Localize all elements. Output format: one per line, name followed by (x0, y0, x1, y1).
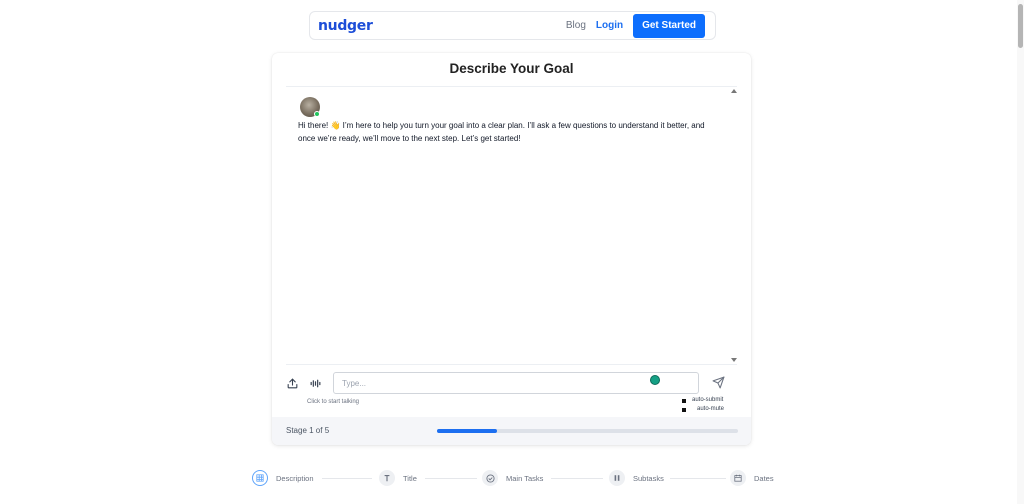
get-started-button[interactable]: Get Started (633, 13, 705, 38)
upload-icon (287, 378, 297, 388)
logo[interactable]: nudger (318, 18, 373, 34)
step-navigator: Description Title Main Tasks Subtasks Da… (250, 470, 780, 488)
check-circle-icon (485, 473, 495, 483)
step-subtasks[interactable]: Subtasks (609, 470, 664, 486)
voice-options: auto-submit auto-mute (682, 396, 724, 414)
auto-mute-option[interactable]: auto-mute (682, 405, 724, 414)
step-connector (322, 478, 372, 479)
calendar-icon (734, 474, 742, 482)
upload-button[interactable] (284, 375, 300, 391)
nav-links: Blog Login Get Started (566, 13, 705, 38)
voice-button[interactable] (307, 375, 323, 391)
step-connector (670, 478, 726, 479)
step-label: Title (403, 473, 417, 483)
scroll-down-arrow-icon[interactable] (731, 358, 737, 362)
step-connector (425, 478, 477, 479)
send-icon (712, 376, 724, 388)
assistant-message: Hi there! 👋 I’m here to help you turn yo… (298, 121, 705, 143)
option-label: auto-submit (692, 397, 724, 403)
columns-icon (614, 475, 620, 481)
step-icon-wrap (609, 470, 625, 486)
scroll-up-arrow-icon[interactable] (731, 89, 737, 93)
step-label: Main Tasks (506, 473, 544, 483)
grid-icon (256, 474, 264, 482)
step-icon-wrap (379, 470, 395, 486)
page: nudger Blog Login Get Started Describe Y… (0, 0, 1024, 504)
step-icon-wrap (730, 470, 746, 486)
checkbox-icon[interactable] (682, 398, 686, 403)
step-description[interactable]: Description (252, 470, 314, 486)
waveform-icon (310, 379, 320, 387)
chat-area: Hi there! 👋 I’m here to help you turn yo… (286, 87, 737, 364)
login-link[interactable]: Login (596, 20, 623, 31)
option-label: auto-mute (697, 406, 725, 412)
assistant-avatar (300, 97, 320, 117)
goal-card: Describe Your Goal Hi there! 👋 I’m here … (272, 53, 751, 445)
step-label: Description (276, 473, 314, 483)
page-scrollbar[interactable] (1017, 0, 1024, 504)
step-connector (551, 478, 603, 479)
divider (286, 364, 737, 365)
voice-hint: Click to start talking (307, 399, 360, 405)
grammarly-icon[interactable] (650, 375, 660, 385)
step-title[interactable]: Title (379, 470, 417, 486)
top-nav: nudger Blog Login Get Started (309, 11, 716, 40)
page-title: Describe Your Goal (449, 61, 574, 76)
step-label: Dates (754, 473, 774, 483)
step-icon-wrap (252, 470, 268, 486)
online-indicator (314, 111, 320, 117)
stage-indicator: Stage 1 of 5 (286, 426, 330, 435)
checkbox-icon[interactable] (682, 407, 686, 412)
send-button[interactable] (710, 374, 726, 390)
progress-fill (437, 429, 498, 433)
step-main-tasks[interactable]: Main Tasks (482, 470, 543, 486)
chat-scrollbar[interactable] (729, 87, 739, 364)
blog-link[interactable]: Blog (566, 20, 586, 31)
step-dates[interactable]: Dates (730, 470, 774, 486)
progress-bar (437, 429, 738, 433)
text-t-icon (384, 475, 390, 482)
step-label: Subtasks (633, 473, 664, 483)
message-input[interactable] (333, 372, 699, 394)
page-scrollbar-thumb[interactable] (1018, 4, 1023, 48)
step-icon-wrap (482, 470, 498, 486)
stage-footer: Stage 1 of 5 (272, 417, 751, 445)
auto-submit-option[interactable]: auto-submit (682, 396, 724, 405)
